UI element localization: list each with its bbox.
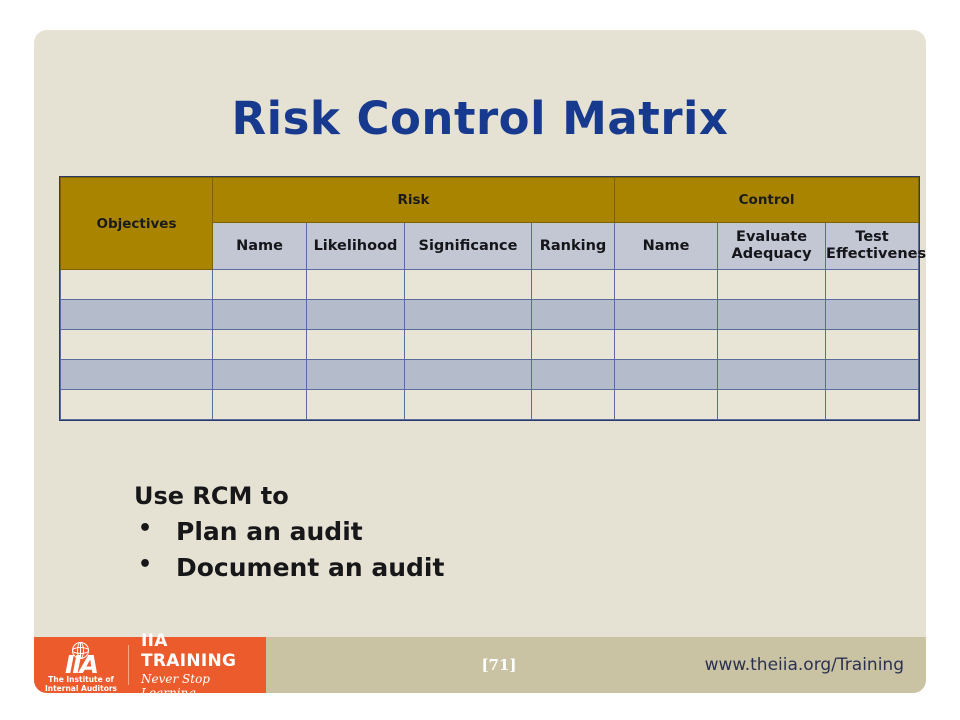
slide-canvas: Risk Control Matrix Objectives Risk Cont… [34, 30, 926, 693]
table-cell[interactable] [60, 299, 213, 330]
table-cell[interactable] [60, 359, 213, 390]
content-bullets: Use RCM to Plan an auditDocument an audi… [134, 482, 734, 587]
subheader-control-evaluate-adequacy: Evaluate Adequacy [717, 222, 827, 270]
subheader-control-name: Name [614, 222, 719, 270]
risk-control-matrix-table: Objectives Risk Control Name Likelihood … [60, 177, 926, 420]
table-cell[interactable] [614, 359, 719, 390]
table-cell[interactable] [614, 389, 719, 420]
table-cell[interactable] [306, 269, 405, 300]
group-header-objectives: Objectives [60, 177, 213, 270]
table-row [60, 389, 920, 420]
table-cell[interactable] [825, 359, 920, 390]
table-cell[interactable] [530, 269, 616, 300]
table-cell[interactable] [614, 299, 719, 330]
table-cell[interactable] [212, 329, 307, 360]
iia-logo-subtitle-line2: Internal Auditors [44, 684, 118, 693]
bullets-lead: Use RCM to [134, 482, 289, 510]
table-cell[interactable] [306, 359, 405, 390]
table-cell[interactable] [212, 269, 307, 300]
iia-training-title: IIA TRAINING [141, 630, 237, 671]
iia-training-block: IIA TRAINING Never Stop Learning [129, 631, 266, 694]
table-cell[interactable] [404, 269, 532, 300]
group-header-risk: Risk [211, 177, 616, 223]
table-cell[interactable] [404, 389, 532, 420]
table-cell[interactable] [717, 269, 827, 300]
subheader-risk-significance: Significance [404, 222, 532, 270]
bullet-list: Plan an auditDocument an audit [134, 513, 734, 587]
iia-logo-subtitle-line1: The Institute of [48, 675, 114, 684]
table-row [60, 329, 920, 360]
table-cell[interactable] [614, 329, 719, 360]
table-cell[interactable] [717, 359, 827, 390]
table-cell[interactable] [306, 329, 405, 360]
table-cell[interactable] [306, 389, 405, 420]
iia-logo-subtitle: The Institute of Internal Auditors [34, 675, 128, 693]
table-header: Objectives Risk Control Name Likelihood … [60, 177, 926, 270]
table-cell[interactable] [717, 389, 827, 420]
table-cell[interactable] [530, 329, 616, 360]
table-cell[interactable] [717, 329, 827, 360]
table-row [60, 359, 920, 390]
table-cell[interactable] [530, 389, 616, 420]
table-cell[interactable] [717, 299, 827, 330]
table-cell[interactable] [404, 359, 532, 390]
table-cell[interactable] [212, 299, 307, 330]
table-cell[interactable] [306, 299, 405, 330]
subheader-risk-ranking: Ranking [530, 222, 616, 270]
table-cell[interactable] [60, 389, 213, 420]
table-body [60, 269, 920, 420]
table-group-header-row: Objectives Risk Control [60, 177, 920, 270]
iia-training-tagline: Never Stop Learning [141, 671, 210, 694]
table-cell[interactable] [530, 359, 616, 390]
table-cell[interactable] [212, 359, 307, 390]
table-cell[interactable] [825, 329, 920, 360]
bullet-item: Document an audit [134, 549, 734, 586]
table-cell[interactable] [825, 389, 920, 420]
table-cell[interactable] [60, 269, 213, 300]
iia-logo-mark: IIA The Institute of Internal Auditors [34, 637, 128, 693]
subheader-control-test-effectiveness: Test Effectiveness [825, 222, 926, 270]
table-row [60, 299, 920, 330]
table-cell[interactable] [212, 389, 307, 420]
bullet-item: Plan an audit [134, 513, 734, 550]
group-header-control: Control [614, 177, 920, 223]
subheader-risk-name: Name [212, 222, 307, 270]
table-cell[interactable] [825, 269, 920, 300]
table-cell[interactable] [404, 329, 532, 360]
iia-logo-block[interactable]: IIA The Institute of Internal Auditors I… [34, 631, 266, 693]
table-cell[interactable] [404, 299, 532, 330]
page-number: [71] [481, 656, 517, 674]
table-row [60, 269, 920, 300]
footer-url[interactable]: www.theiia.org/Training [705, 637, 904, 693]
table-cell[interactable] [530, 299, 616, 330]
table-cell[interactable] [825, 299, 920, 330]
table-cell[interactable] [60, 329, 213, 360]
iia-wordmark: IIA [65, 650, 99, 679]
table-cell[interactable] [614, 269, 719, 300]
subheader-risk-likelihood: Likelihood [306, 222, 405, 270]
page-title: Risk Control Matrix [231, 92, 729, 145]
